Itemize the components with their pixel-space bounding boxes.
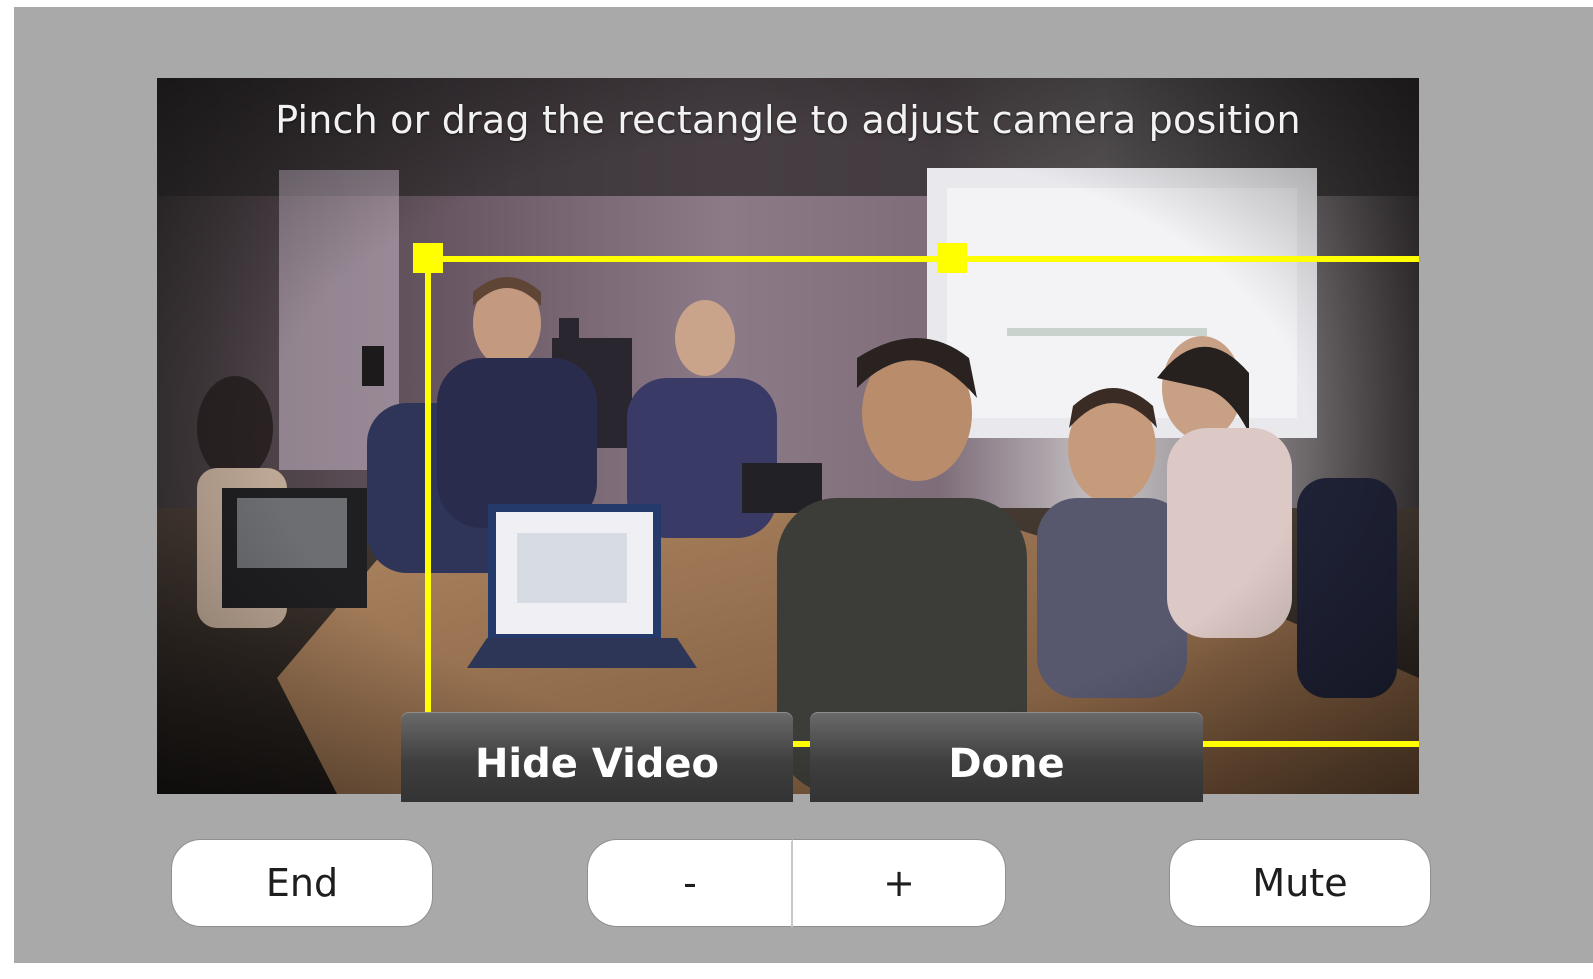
camera-position-rectangle[interactable]: [425, 256, 1419, 747]
zoom-divider: [791, 841, 793, 927]
done-button[interactable]: Done: [810, 712, 1203, 802]
top-left-resize-handle-icon[interactable]: [413, 243, 443, 273]
camera-instruction-text: Pinch or drag the rectangle to adjust ca…: [275, 98, 1301, 142]
camera-video-feed[interactable]: Pinch or drag the rectangle to adjust ca…: [157, 78, 1419, 794]
mute-button[interactable]: Mute: [1169, 839, 1431, 927]
zoom-out-button[interactable]: -: [587, 839, 792, 927]
hide-video-button[interactable]: Hide Video: [401, 712, 793, 802]
end-call-button[interactable]: End: [171, 839, 433, 927]
top-center-resize-handle-icon[interactable]: [937, 243, 967, 273]
zoom-in-button[interactable]: +: [792, 839, 1006, 927]
